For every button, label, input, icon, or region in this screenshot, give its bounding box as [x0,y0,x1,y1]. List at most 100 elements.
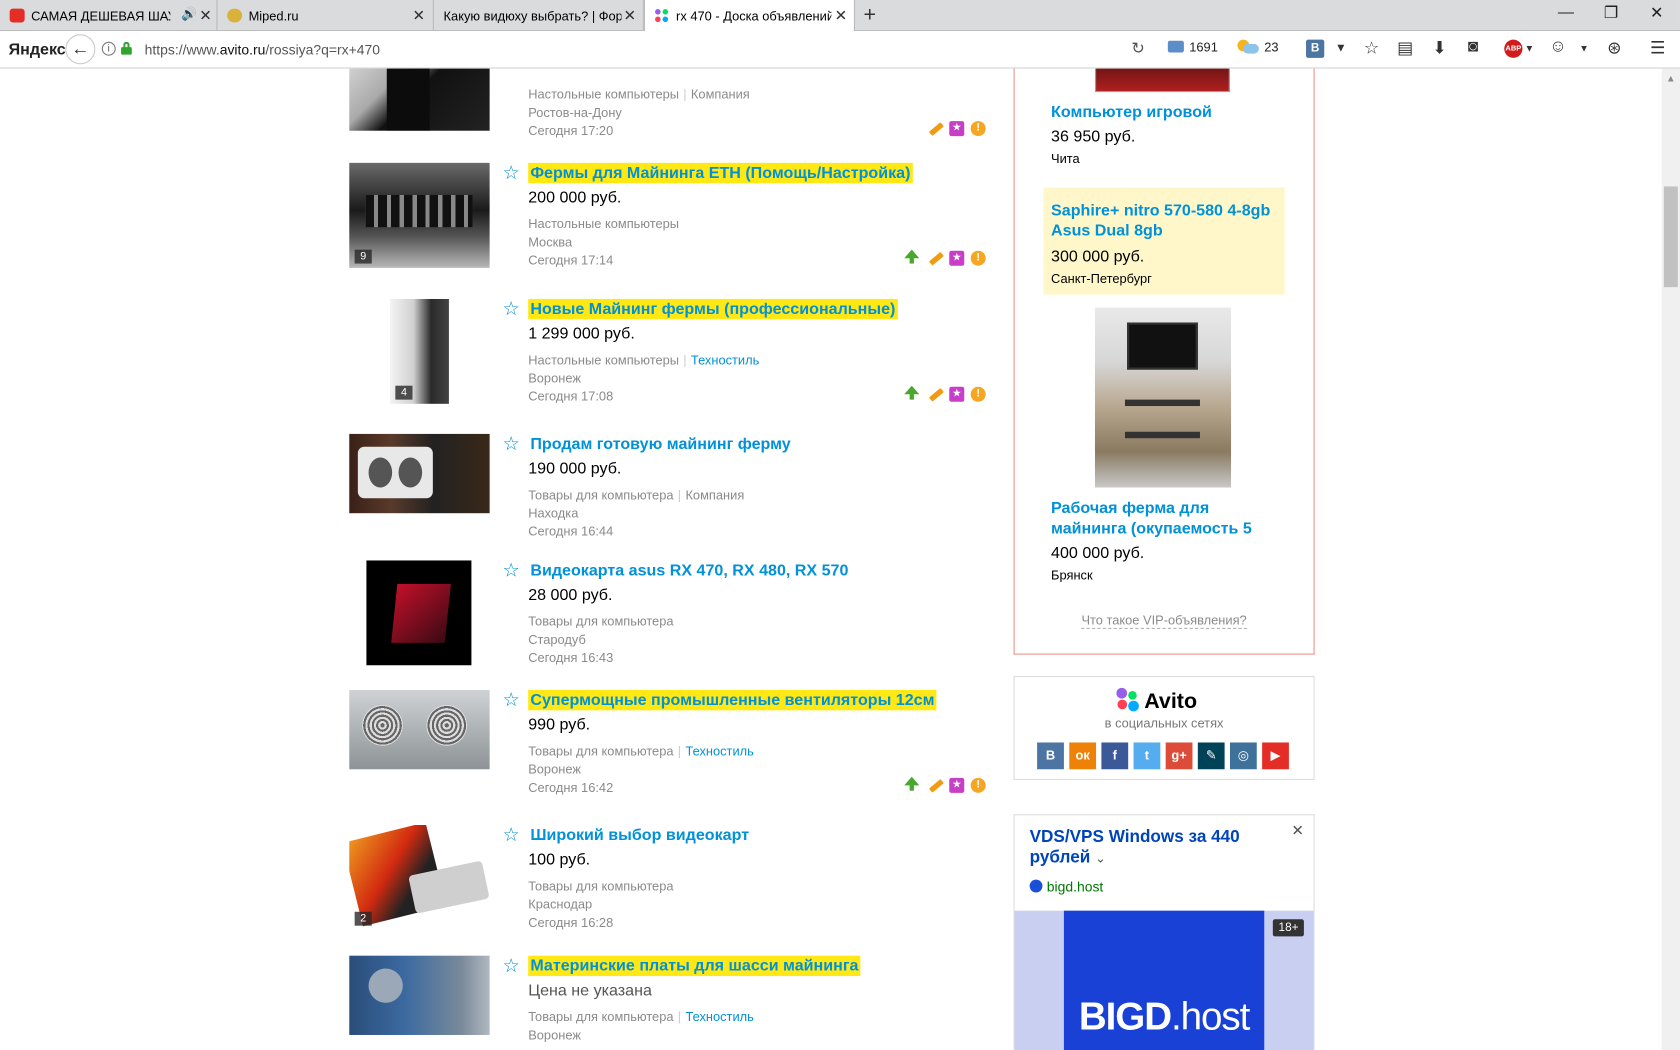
vk-icon[interactable]: В [1037,742,1064,770]
info-icon[interactable]: i [101,41,116,56]
yandex-logo[interactable]: Яндекс [9,41,66,59]
google-plus-icon[interactable]: g+ [1165,742,1193,770]
menu-icon[interactable]: ☰ [1650,37,1665,58]
social-subtitle: в социальных сетях [1104,715,1224,731]
vip-photo[interactable] [1094,68,1230,93]
favorite-star-icon[interactable]: ☆ [502,434,519,453]
ad-domain-link[interactable]: bigd.host [1029,879,1103,895]
livejournal-icon[interactable]: ✎ [1197,742,1225,770]
ad-title-link[interactable]: VDS/VPS Windows за 440 рублей ⌄ [1030,827,1276,869]
restore-button[interactable]: ❐ [1604,3,1618,22]
listing-photo[interactable] [349,955,490,1035]
vertical-scrollbar[interactable]: ▲ [1661,68,1680,1050]
favorite-star-icon[interactable]: ☆ [502,825,519,844]
pocket-icon[interactable]: ◙ [1468,37,1478,56]
vip-info-link[interactable]: Что такое VIP-объявления? [1014,612,1315,629]
ad-banner-panel: BIGD.host [1063,910,1265,1050]
extension-face-icon[interactable]: ☺ [1549,37,1567,56]
minimize-button[interactable]: — [1558,3,1574,21]
favorite-star-icon[interactable]: ☆ [502,299,519,318]
vip-photo[interactable] [1094,307,1232,488]
listing-title[interactable]: Видеокарта asus RX 470, RX 480, RX 570 [528,560,850,580]
chevron-down-icon[interactable]: ▼ [1335,42,1347,55]
chevron-down-icon[interactable]: ▼ [1525,43,1535,54]
close-ad-icon[interactable]: ✕ [1291,822,1304,840]
new-tab-button[interactable]: + [864,3,877,28]
ad-banner[interactable]: BIGD.host 18+ [1014,910,1314,1050]
listing-photo[interactable] [349,689,490,770]
close-window-button[interactable]: ✕ [1650,3,1663,22]
listing-photo[interactable] [349,560,490,666]
tab-youtube[interactable]: САМАЯ ДЕШЕВАЯ ШАУ 🔊 ✕ [0,0,218,32]
adblock-icon[interactable]: ABP [1504,39,1523,58]
vip-title[interactable]: Компьютер игровой [1051,102,1276,122]
bookmarks-list-icon[interactable]: ▤ [1397,37,1413,58]
bookmark-star-icon[interactable]: ☆ [1364,37,1379,58]
close-tab-icon[interactable]: ✕ [624,6,637,24]
listing-title[interactable]: Супермощные промышленные вентиляторы 12с… [528,689,937,711]
tab-title: САМАЯ ДЕШЕВАЯ ШАУ [31,8,171,24]
odnoklassniki-icon[interactable]: ок [1069,742,1097,770]
listing-category: Настольные компьютеры [528,86,680,102]
listing-date: Сегодня 17:08 [528,388,614,404]
weather-widget[interactable]: 23 [1237,39,1279,55]
close-tab-icon[interactable]: ✕ [835,6,848,24]
tab-avito[interactable]: rx 470 - Доска объявлений ✕ [643,0,855,33]
listing-photo[interactable]: 2 [349,824,490,930]
scroll-up-icon[interactable]: ▲ [1666,73,1676,84]
youtube-icon[interactable]: ▶ [1262,742,1289,770]
url-host: avito.ru [219,41,266,58]
downloads-icon[interactable]: ⬇ [1432,37,1446,58]
listing-title[interactable]: Продам готовую майнинг ферму [528,434,793,454]
favorite-star-icon[interactable]: ☆ [502,163,519,182]
vip-title[interactable]: Рабочая ферма для майнинга (окупаемость … [1051,498,1276,539]
listing-photo[interactable] [349,68,490,131]
instagram-icon[interactable]: ◎ [1229,742,1257,770]
speaker-icon[interactable]: 🔊 [181,6,197,21]
vip-info-text: Что такое VIP-объявления? [1081,612,1247,629]
reload-icon[interactable]: ↻ [1131,39,1144,58]
listing-seller-link[interactable]: Техностиль [685,1009,753,1024]
listing-price: 190 000 руб. [528,459,622,478]
favorite-star-icon[interactable]: ☆ [502,560,519,579]
vk-extension-icon[interactable]: В [1306,39,1325,58]
sync-icon[interactable]: ⊛ [1607,37,1621,58]
twitter-icon[interactable]: t [1133,742,1161,770]
chevron-down-icon[interactable]: ▼ [1579,43,1589,54]
listing-seller-link[interactable]: Техностиль [685,744,753,759]
listing-seller-link[interactable]: Техностиль [691,352,759,367]
listing-category-line: Настольные компьютеры | Техностиль [528,352,759,367]
listing-photo[interactable]: 4 [349,298,490,404]
raise-up-icon [904,776,920,791]
tab-forum[interactable]: Какую видюху выбрать? | Фору ✕ [434,0,644,32]
photo-count: 4 [395,385,413,400]
listing-title[interactable]: Материнские платы для шасси майнинга [528,955,861,977]
close-tab-icon[interactable]: ✕ [412,6,425,24]
listing-item: ☆ Супермощные промышленные вентиляторы 1… [349,689,992,797]
listing-category-line: Товары для компьютера | Компания [528,487,744,502]
listing-photo[interactable]: 9 [349,162,490,268]
avito-logo[interactable]: Avito [1116,687,1197,715]
mail-widget[interactable]: 1691 [1167,40,1218,55]
photo-count: 2 [354,911,372,926]
listing-title[interactable]: Широкий выбор видеокарт [528,825,751,845]
weather-icon [1237,39,1259,54]
back-button[interactable]: ← [65,34,96,65]
favorite-star-icon[interactable]: ☆ [502,690,519,709]
vip-city: Санкт-Петербург [1051,271,1152,287]
listing-title[interactable]: Фермы для Майнинга ETH (Помощь/Настройка… [528,162,913,184]
url-path: /rossiya?q=rx+470 [265,41,380,58]
page-content: Настольные компьютеры | Компания Ростов-на… [0,68,1680,1050]
tab-title: Какую видюху выбрать? | Фору [443,8,622,24]
vip-title[interactable]: Saphire+ nitro 570-580 4-8gb Asus Dual 8… [1051,200,1276,241]
scrollbar-thumb[interactable] [1663,186,1678,288]
favorite-star-icon[interactable]: ☆ [502,956,519,975]
facebook-icon[interactable]: f [1101,742,1129,770]
address-bar[interactable]: https://www.avito.ru/rossiya?q=rx+470 [145,42,380,58]
highlight-pencil-icon [928,387,944,402]
raise-up-icon [904,385,920,400]
tab-miped[interactable]: Miped.ru ✕ [217,0,434,32]
close-tab-icon[interactable]: ✕ [199,6,212,24]
listing-title[interactable]: Новые Майнинг фермы (профессиональные) [528,298,898,320]
listing-photo[interactable] [349,433,490,514]
